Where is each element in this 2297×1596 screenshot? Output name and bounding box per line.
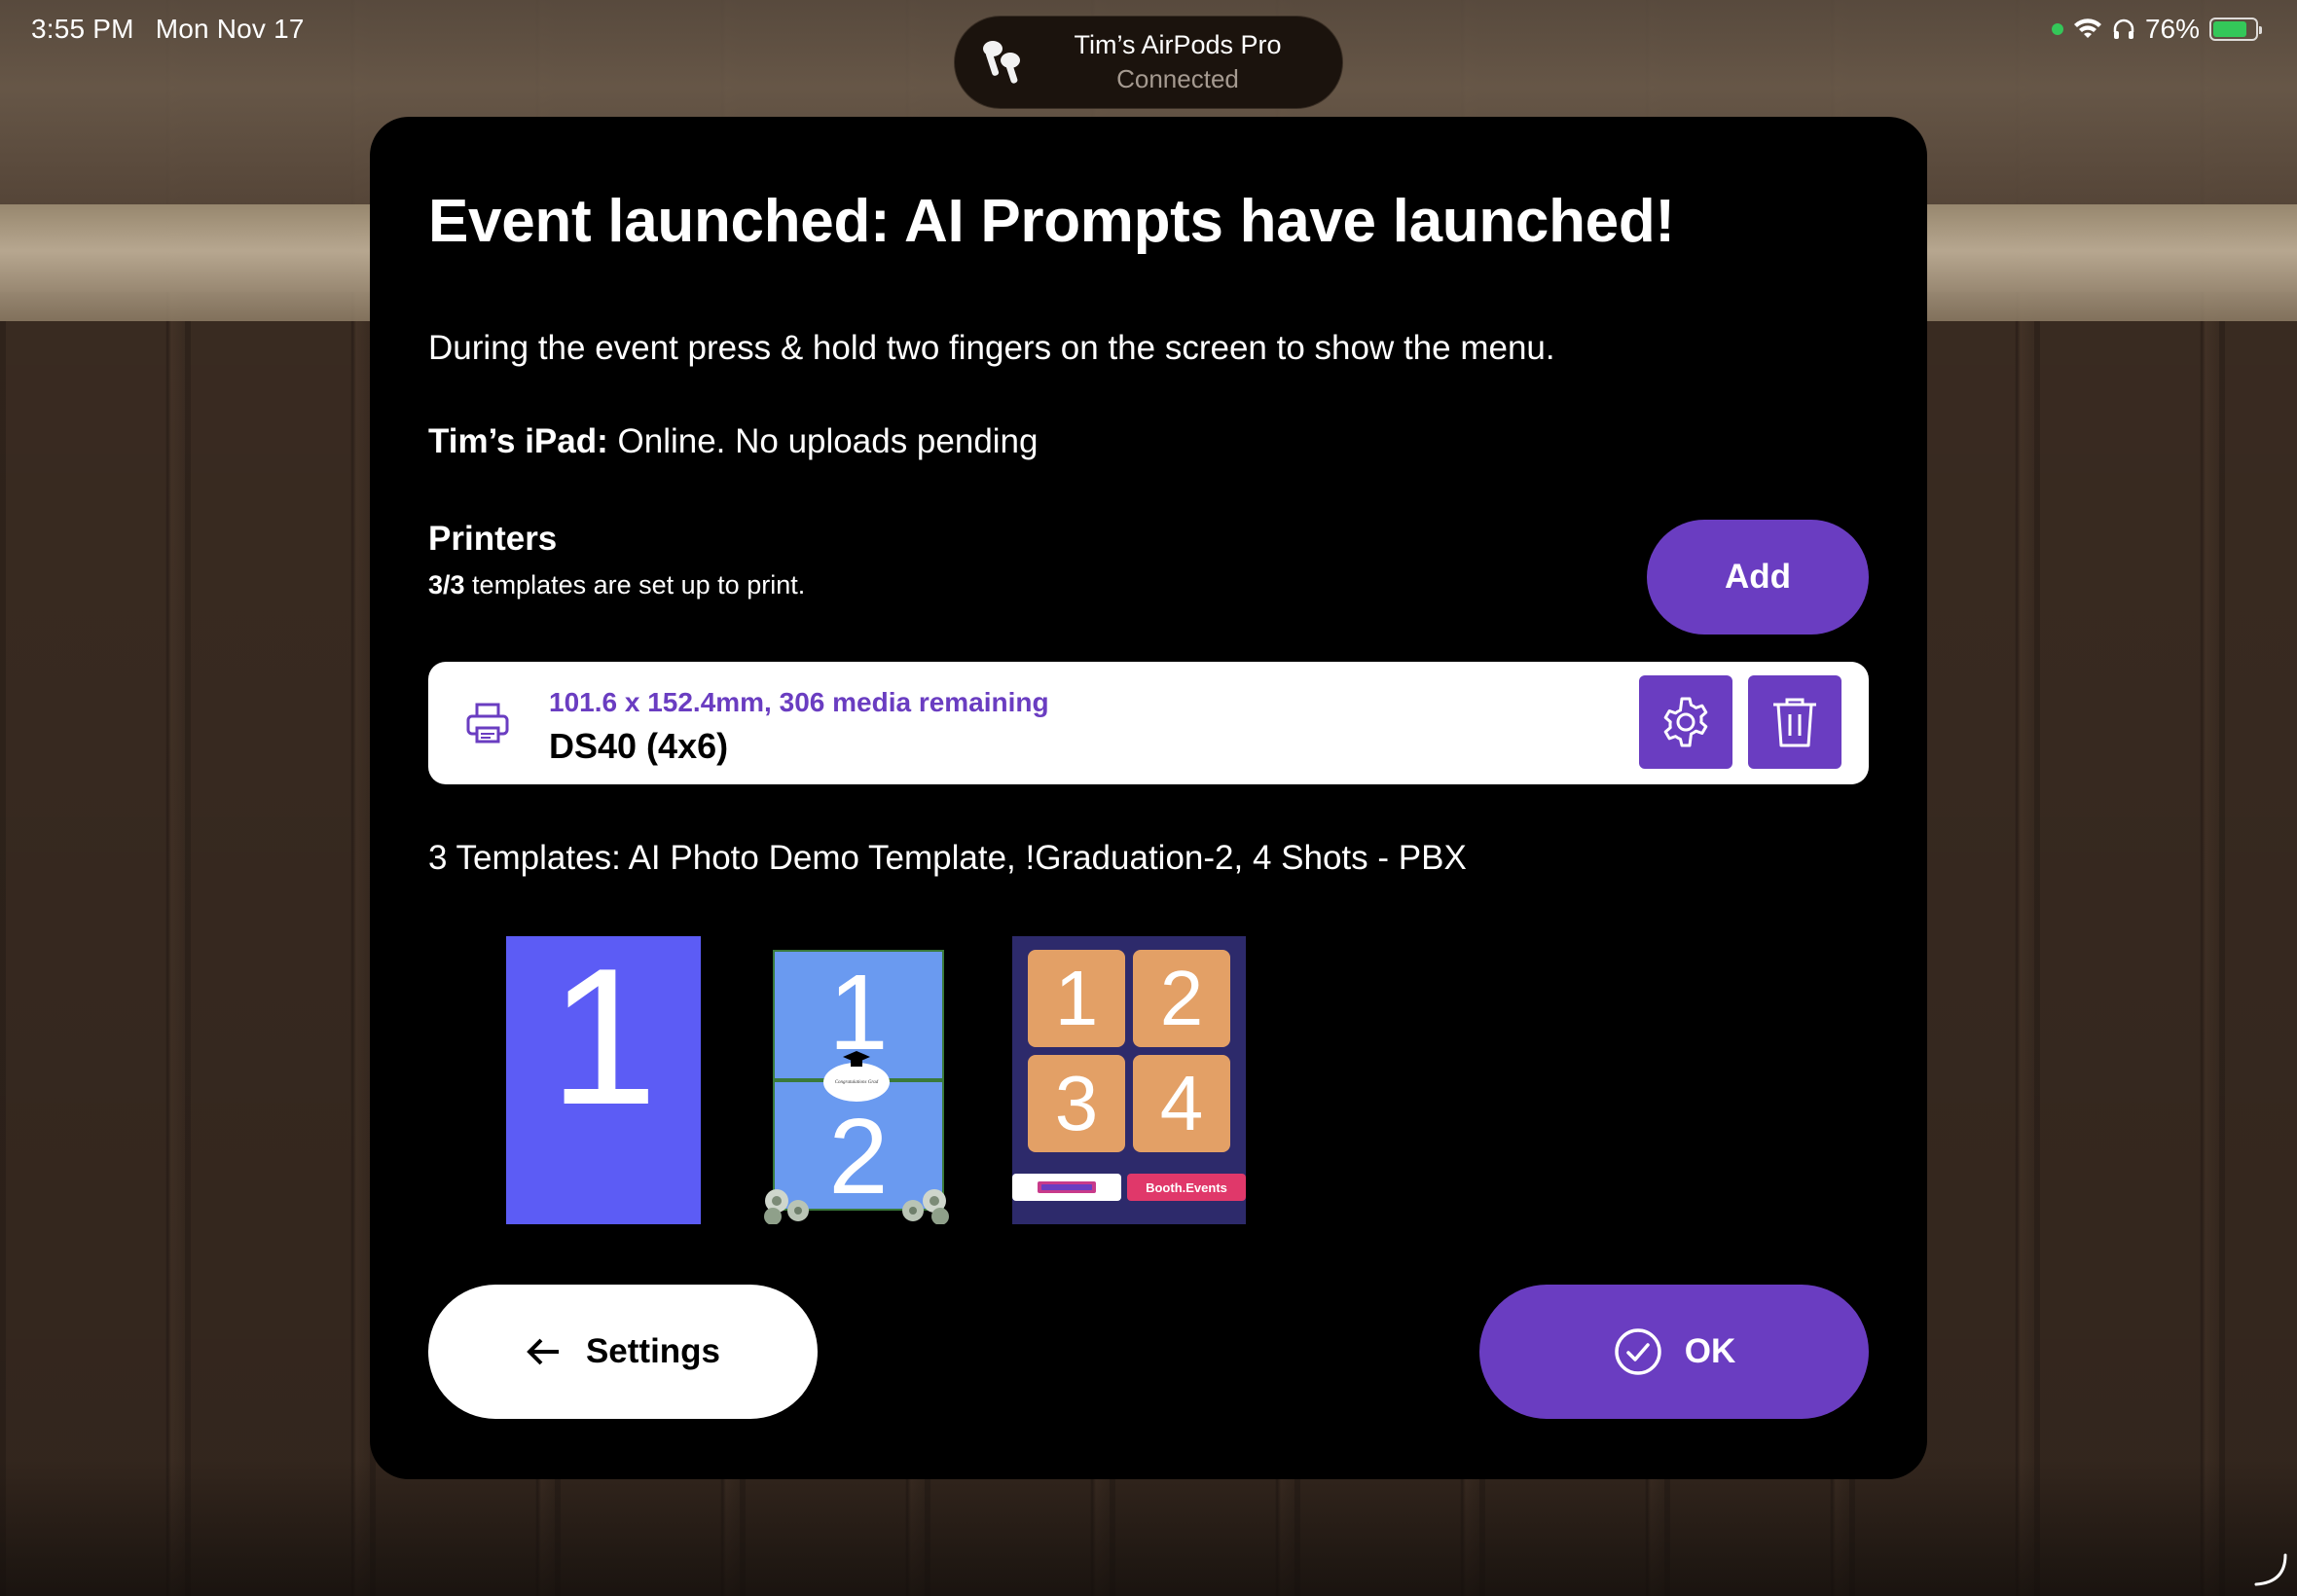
settings-button-label: Settings — [585, 1332, 721, 1370]
templates-summary: 3 Templates: AI Photo Demo Template, !Gr… — [428, 839, 1467, 877]
printers-count-suffix: templates are set up to print. — [464, 570, 806, 599]
trash-icon — [1773, 698, 1816, 747]
brand-logo-booth-events-text: Booth.Events — [1146, 1179, 1227, 1195]
camera-indicator-dot — [2051, 23, 2063, 35]
corner-resize-indicator-icon — [2254, 1553, 2287, 1586]
graduation-caption: Congratulations Grad — [834, 1079, 879, 1085]
dialog-title: Event launched: AI Prompts have launched… — [428, 188, 1675, 255]
event-launched-dialog: Event launched: AI Prompts have launched… — [370, 117, 1927, 1479]
wifi-icon — [2073, 18, 2101, 38]
flower-decoration-left — [764, 1189, 809, 1224]
background-floor — [0, 1460, 2297, 1596]
printer-media-info: 101.6 x 152.4mm, 306 media remaining — [549, 687, 1049, 717]
template-thumbnail-ai-photo-demo: 1 — [506, 936, 701, 1224]
brand-logo-mark — [1038, 1181, 1096, 1193]
template-thumbnail-4-shots-pbx: 1 2 3 4 Booth.Events — [1012, 936, 1246, 1224]
headphones-icon — [2113, 18, 2134, 39]
device-status: Online. No uploads pending — [607, 422, 1039, 460]
airpods-status: Connected — [1116, 64, 1239, 93]
arrow-left-icon — [527, 1338, 559, 1365]
printers-count: 3/3 — [428, 570, 465, 599]
graduation-cap-icon — [843, 1051, 870, 1067]
back-to-settings-button[interactable]: Settings — [428, 1285, 818, 1419]
printers-summary: 3/3 templates are set up to print. — [428, 570, 805, 600]
device-status-line: Tim’s iPad: Online. No uploads pending — [428, 422, 1039, 461]
battery-percentage: 76% — [2144, 14, 2200, 44]
printer-name: DS40 (4x6) — [549, 726, 729, 766]
printer-card: 101.6 x 152.4mm, 306 media remaining DS4… — [428, 662, 1869, 784]
template-slot-number: 3 — [1028, 1055, 1125, 1152]
airpods-connected-banner: Tim’s AirPods Pro Connected — [954, 16, 1343, 109]
check-circle-icon — [1615, 1328, 1661, 1375]
airpods-name: Tim’s AirPods Pro — [1074, 30, 1282, 59]
status-bar-left: 3:55 PM Mon Nov 17 — [31, 14, 326, 45]
ok-button[interactable]: OK — [1479, 1285, 1869, 1419]
gear-icon — [1663, 697, 1708, 747]
status-bar-right: 76% — [2051, 14, 2262, 45]
airpods-icon — [976, 36, 1029, 89]
graduation-caption-badge: Congratulations Grad — [823, 1063, 890, 1102]
template-slot-number: 2 — [1133, 950, 1230, 1047]
dialog-description: During the event press & hold two finger… — [428, 329, 1555, 367]
printer-delete-button[interactable] — [1748, 675, 1841, 769]
template-slot-number: 4 — [1133, 1055, 1230, 1152]
battery-charging-icon — [2209, 18, 2262, 41]
printer-settings-button[interactable] — [1639, 675, 1732, 769]
add-printer-button[interactable]: Add — [1647, 520, 1869, 635]
status-date: Mon Nov 17 — [155, 14, 305, 44]
flower-decoration-right — [902, 1189, 949, 1224]
brand-logo-left — [1012, 1174, 1121, 1201]
template-slot-number: 1 — [1028, 950, 1125, 1047]
printer-icon — [466, 703, 509, 744]
device-name: Tim’s iPad: — [428, 422, 608, 460]
template-slot-number: 1 — [549, 928, 658, 1145]
ok-button-label: OK — [1684, 1332, 1736, 1370]
status-time: 3:55 PM — [31, 14, 134, 44]
brand-logo-booth-events: Booth.Events — [1127, 1174, 1246, 1201]
template-thumbnail-graduation: 1 2 Congratulations Grad — [759, 936, 954, 1224]
printers-heading: Printers — [428, 520, 558, 558]
